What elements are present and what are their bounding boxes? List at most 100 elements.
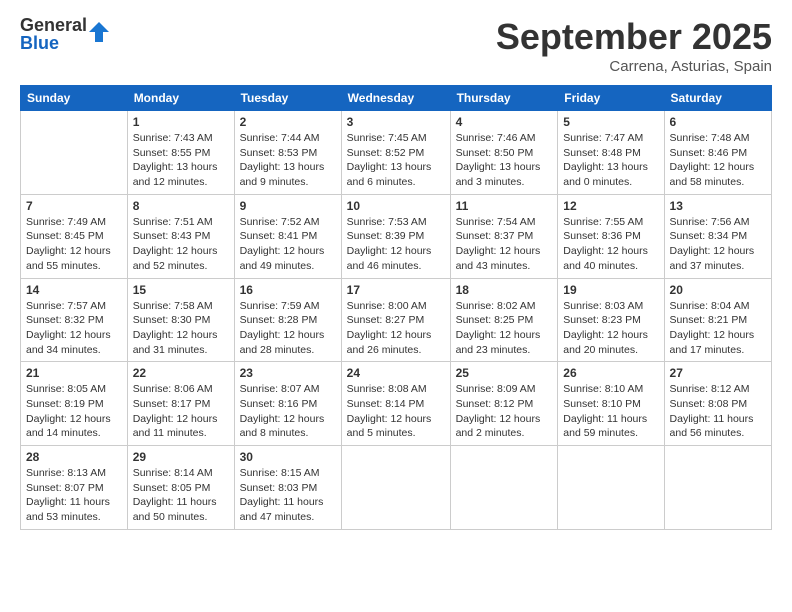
table-row: 9 Sunrise: 7:52 AM Sunset: 8:41 PM Daylig… <box>234 194 341 278</box>
day-number: 27 <box>670 366 766 380</box>
day-number: 21 <box>26 366 122 380</box>
day-info: Sunrise: 8:13 AM Sunset: 8:07 PM Dayligh… <box>26 466 122 525</box>
day-number: 18 <box>456 283 553 297</box>
day-number: 15 <box>133 283 229 297</box>
day-number: 29 <box>133 450 229 464</box>
day-info: Sunrise: 7:47 AM Sunset: 8:48 PM Dayligh… <box>563 131 658 190</box>
table-row: 30 Sunrise: 8:15 AM Sunset: 8:03 PM Dayli… <box>234 446 341 530</box>
day-info: Sunrise: 7:59 AM Sunset: 8:28 PM Dayligh… <box>240 299 336 358</box>
day-number: 6 <box>670 115 766 129</box>
table-row: 12 Sunrise: 7:55 AM Sunset: 8:36 PM Dayli… <box>558 194 664 278</box>
logo: General Blue <box>20 16 109 52</box>
table-row: 5Sunrise: 7:47 AM Sunset: 8:48 PM Daylig… <box>558 111 664 195</box>
day-number: 30 <box>240 450 336 464</box>
table-row: 17 Sunrise: 8:00 AM Sunset: 8:27 PM Dayli… <box>341 278 450 362</box>
header-sunday: Sunday <box>21 86 128 111</box>
day-info: Sunrise: 8:09 AM Sunset: 8:12 PM Dayligh… <box>456 382 553 441</box>
day-info: Sunrise: 7:43 AM Sunset: 8:55 PM Dayligh… <box>133 131 229 190</box>
table-row: 16Sunrise: 7:59 AM Sunset: 8:28 PM Dayli… <box>234 278 341 362</box>
day-number: 12 <box>563 199 658 213</box>
calendar-header-row: Sunday Monday Tuesday Wednesday Thursday… <box>21 86 772 111</box>
day-info: Sunrise: 7:53 AM Sunset: 8:39 PM Dayligh… <box>347 215 445 274</box>
day-info: Sunrise: 7:57 AM Sunset: 8:32 PM Dayligh… <box>26 299 122 358</box>
day-number: 13 <box>670 199 766 213</box>
table-row: 21 Sunrise: 8:05 AM Sunset: 8:19 PM Dayli… <box>21 362 128 446</box>
day-info: Sunrise: 8:03 AM Sunset: 8:23 PM Dayligh… <box>563 299 658 358</box>
table-row: 11 Sunrise: 7:54 AM Sunset: 8:37 PM Dayli… <box>450 194 558 278</box>
table-row: 2Sunrise: 7:44 AM Sunset: 8:53 PM Daylig… <box>234 111 341 195</box>
table-row: 27 Sunrise: 8:12 AM Sunset: 8:08 PM Dayli… <box>664 362 771 446</box>
table-row <box>664 446 771 530</box>
table-row: 3Sunrise: 7:45 AM Sunset: 8:52 PM Daylig… <box>341 111 450 195</box>
table-row: 6 Sunrise: 7:48 AM Sunset: 8:46 PM Daylig… <box>664 111 771 195</box>
table-row: 23 Sunrise: 8:07 AM Sunset: 8:16 PM Dayli… <box>234 362 341 446</box>
day-number: 11 <box>456 199 553 213</box>
day-number: 3 <box>347 115 445 129</box>
day-number: 14 <box>26 283 122 297</box>
day-info: Sunrise: 7:48 AM Sunset: 8:46 PM Dayligh… <box>670 131 766 190</box>
table-row: 15Sunrise: 7:58 AM Sunset: 8:30 PM Dayli… <box>127 278 234 362</box>
header-saturday: Saturday <box>664 86 771 111</box>
table-row: 10 Sunrise: 7:53 AM Sunset: 8:39 PM Dayli… <box>341 194 450 278</box>
table-row: 25Sunrise: 8:09 AM Sunset: 8:12 PM Dayli… <box>450 362 558 446</box>
title-block: September 2025 Carrena, Asturias, Spain <box>496 16 772 75</box>
header-monday: Monday <box>127 86 234 111</box>
table-row: 29 Sunrise: 8:14 AM Sunset: 8:05 PM Dayli… <box>127 446 234 530</box>
day-info: Sunrise: 7:52 AM Sunset: 8:41 PM Dayligh… <box>240 215 336 274</box>
table-row: 18Sunrise: 8:02 AM Sunset: 8:25 PM Dayli… <box>450 278 558 362</box>
day-number: 23 <box>240 366 336 380</box>
table-row <box>558 446 664 530</box>
table-row: 26Sunrise: 8:10 AM Sunset: 8:10 PM Dayli… <box>558 362 664 446</box>
calendar-week-row: 7 Sunrise: 7:49 AM Sunset: 8:45 PM Daylig… <box>21 194 772 278</box>
day-number: 22 <box>133 366 229 380</box>
header: General Blue September 2025 Carrena, Ast… <box>20 16 772 75</box>
day-number: 9 <box>240 199 336 213</box>
table-row: 7 Sunrise: 7:49 AM Sunset: 8:45 PM Daylig… <box>21 194 128 278</box>
table-row: 24 Sunrise: 8:08 AM Sunset: 8:14 PM Dayli… <box>341 362 450 446</box>
table-row: 22Sunrise: 8:06 AM Sunset: 8:17 PM Dayli… <box>127 362 234 446</box>
day-number: 1 <box>133 115 229 129</box>
day-info: Sunrise: 8:12 AM Sunset: 8:08 PM Dayligh… <box>670 382 766 441</box>
day-info: Sunrise: 7:49 AM Sunset: 8:45 PM Dayligh… <box>26 215 122 274</box>
day-number: 10 <box>347 199 445 213</box>
day-info: Sunrise: 8:15 AM Sunset: 8:03 PM Dayligh… <box>240 466 336 525</box>
logo-general-text: General <box>20 16 87 34</box>
table-row: 19 Sunrise: 8:03 AM Sunset: 8:23 PM Dayli… <box>558 278 664 362</box>
calendar-week-row: 1 Sunrise: 7:43 AM Sunset: 8:55 PM Daylig… <box>21 111 772 195</box>
table-row <box>341 446 450 530</box>
day-info: Sunrise: 7:55 AM Sunset: 8:36 PM Dayligh… <box>563 215 658 274</box>
day-number: 7 <box>26 199 122 213</box>
day-info: Sunrise: 7:54 AM Sunset: 8:37 PM Dayligh… <box>456 215 553 274</box>
table-row: 28 Sunrise: 8:13 AM Sunset: 8:07 PM Dayli… <box>21 446 128 530</box>
day-number: 19 <box>563 283 658 297</box>
day-number: 28 <box>26 450 122 464</box>
day-info: Sunrise: 8:05 AM Sunset: 8:19 PM Dayligh… <box>26 382 122 441</box>
table-row: 14 Sunrise: 7:57 AM Sunset: 8:32 PM Dayli… <box>21 278 128 362</box>
day-number: 4 <box>456 115 553 129</box>
calendar-table: Sunday Monday Tuesday Wednesday Thursday… <box>20 85 772 530</box>
calendar-week-row: 14 Sunrise: 7:57 AM Sunset: 8:32 PM Dayli… <box>21 278 772 362</box>
location: Carrena, Asturias, Spain <box>496 58 772 75</box>
logo-arrow-icon <box>89 22 109 42</box>
day-info: Sunrise: 7:46 AM Sunset: 8:50 PM Dayligh… <box>456 131 553 190</box>
day-info: Sunrise: 8:10 AM Sunset: 8:10 PM Dayligh… <box>563 382 658 441</box>
day-number: 24 <box>347 366 445 380</box>
day-number: 2 <box>240 115 336 129</box>
table-row <box>21 111 128 195</box>
day-info: Sunrise: 8:14 AM Sunset: 8:05 PM Dayligh… <box>133 466 229 525</box>
logo-blue-text: Blue <box>20 34 87 52</box>
header-tuesday: Tuesday <box>234 86 341 111</box>
day-info: Sunrise: 8:00 AM Sunset: 8:27 PM Dayligh… <box>347 299 445 358</box>
header-wednesday: Wednesday <box>341 86 450 111</box>
day-number: 8 <box>133 199 229 213</box>
calendar-week-row: 28 Sunrise: 8:13 AM Sunset: 8:07 PM Dayli… <box>21 446 772 530</box>
day-number: 17 <box>347 283 445 297</box>
day-info: Sunrise: 7:56 AM Sunset: 8:34 PM Dayligh… <box>670 215 766 274</box>
day-info: Sunrise: 8:07 AM Sunset: 8:16 PM Dayligh… <box>240 382 336 441</box>
calendar-week-row: 21 Sunrise: 8:05 AM Sunset: 8:19 PM Dayli… <box>21 362 772 446</box>
day-info: Sunrise: 8:08 AM Sunset: 8:14 PM Dayligh… <box>347 382 445 441</box>
month-title: September 2025 <box>496 16 772 58</box>
header-friday: Friday <box>558 86 664 111</box>
page: General Blue September 2025 Carrena, Ast… <box>0 0 792 612</box>
table-row <box>450 446 558 530</box>
